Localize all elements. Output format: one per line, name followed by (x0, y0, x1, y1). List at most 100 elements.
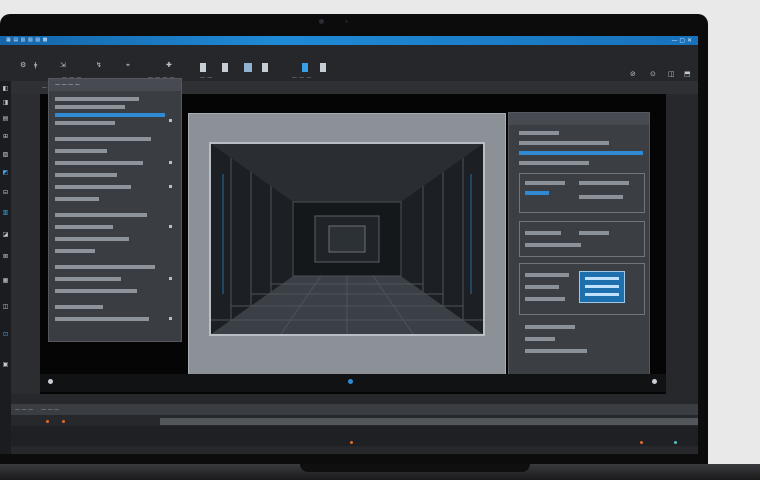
timeline-footer (11, 426, 698, 446)
panel-row[interactable] (55, 265, 155, 269)
panel-toggle-icon[interactable] (169, 277, 172, 280)
property-group (519, 221, 645, 257)
panel-row[interactable] (55, 161, 143, 165)
timeline-label: — — — (41, 407, 60, 413)
sensor-icon (345, 20, 348, 23)
panel-row[interactable] (55, 305, 103, 309)
play-icon[interactable] (48, 379, 53, 384)
tool-strip-icon[interactable]: ▧ (2, 151, 9, 158)
preview-swatch[interactable] (579, 271, 625, 303)
panel-row[interactable] (525, 349, 587, 353)
tool-strip-icon[interactable]: ◪ (2, 231, 9, 238)
toolbar-button-6[interactable]: ✚ (166, 61, 172, 69)
timeline-ruler[interactable]: — — — — — — (11, 404, 698, 415)
toolbar-right-icon[interactable]: ◫ (668, 70, 675, 78)
panel-row[interactable] (519, 131, 559, 135)
panel-row[interactable] (55, 289, 137, 293)
panel-row[interactable] (55, 173, 117, 177)
panel-row[interactable] (525, 297, 565, 301)
tool-strip-icon[interactable]: ▥ (2, 209, 9, 216)
panel-toggle-icon[interactable] (169, 225, 172, 228)
tool-icon[interactable] (200, 63, 206, 72)
toolbar-button-2[interactable]: ǂ (34, 61, 37, 69)
toolbar-right-icon[interactable]: ⊙ (650, 70, 656, 78)
tool-strip-icon[interactable]: ⊟ (2, 189, 9, 196)
panel-row[interactable] (55, 149, 107, 153)
tool-icon[interactable] (320, 63, 326, 72)
panel-row[interactable] (55, 185, 131, 189)
tool-icon[interactable] (262, 63, 268, 72)
left-properties-panel: — — — — (48, 78, 182, 342)
keyframe-marker[interactable] (46, 420, 49, 423)
keyframe-marker[interactable] (350, 441, 353, 444)
render-viewport[interactable] (188, 113, 506, 375)
toolbar-button-3[interactable]: ⇲ (60, 61, 66, 69)
window-controls[interactable]: — ▢ ✕ (671, 37, 692, 44)
toolbar-right-icon[interactable]: ⬒ (684, 70, 691, 78)
keyframe-marker[interactable] (62, 420, 65, 423)
timeline-track[interactable] (160, 418, 698, 425)
toolbar-right-icon[interactable]: ⊘ (630, 70, 636, 78)
tool-strip-icon[interactable]: ◧ (2, 85, 9, 92)
panel-row[interactable] (55, 225, 113, 229)
panel-row[interactable] (55, 213, 147, 217)
panel-row[interactable] (525, 191, 549, 195)
panel-toggle-icon[interactable] (169, 185, 172, 188)
panel-row[interactable] (519, 141, 609, 145)
keyframe-marker[interactable] (640, 441, 643, 444)
panel-row[interactable] (55, 197, 99, 201)
panel-row[interactable] (55, 121, 115, 125)
laptop-hinge (300, 464, 530, 472)
panel-toggle-icon[interactable] (169, 317, 172, 320)
panel-row[interactable] (579, 181, 629, 185)
panel-row[interactable] (525, 325, 575, 329)
main-toolbar: ⚙ ǂ ⇲ ↯ ⌖ ✚ — — — — — — — — — — — — ⊘ ⊙ … (0, 45, 698, 82)
panel-row-selected[interactable] (55, 113, 165, 117)
toolbar-button-4[interactable]: ↯ (96, 61, 102, 69)
panel-row[interactable] (525, 243, 581, 247)
panel-header: — — — — (49, 79, 181, 91)
settings-button[interactable]: ⚙ (20, 61, 26, 69)
tool-strip-icon[interactable]: ⊠ (2, 253, 9, 260)
panel-row[interactable] (525, 273, 569, 277)
panel-toggle-icon[interactable] (169, 119, 172, 122)
panel-row[interactable] (55, 97, 139, 101)
marker-icon[interactable] (348, 379, 353, 384)
loop-icon[interactable] (652, 379, 657, 384)
tool-strip-icon[interactable]: ◩ (2, 169, 9, 176)
tool-icon[interactable] (244, 63, 252, 72)
toolbar-button-5[interactable]: ⌖ (126, 61, 130, 70)
left-tool-strip: ◧ ◨ ▤ ⊞ ▧ ◩ ⊟ ▥ ◪ ⊠ ▦ ◫ ⊡ ▣ (0, 81, 11, 454)
tool-icon[interactable] (222, 63, 228, 72)
app-screen: ▦ ▤ ▥ ▧ ▨ ▩ — ▢ ✕ ⚙ ǂ ⇲ ↯ ⌖ ✚ — — — — — … (0, 36, 698, 454)
panel-row[interactable] (55, 317, 149, 321)
tool-strip-icon[interactable]: ⊞ (2, 133, 9, 140)
panel-row[interactable] (55, 237, 129, 241)
viewport-playbar (40, 374, 666, 392)
tool-strip-icon[interactable]: ◫ (2, 303, 9, 310)
active-tool-icon[interactable] (302, 63, 308, 72)
tool-strip-icon[interactable]: ▤ (2, 115, 9, 122)
panel-row[interactable] (525, 181, 565, 185)
panel-row[interactable] (55, 277, 121, 281)
panel-row[interactable] (55, 105, 125, 109)
keyframe-marker[interactable] (674, 441, 677, 444)
panel-row-selected[interactable] (519, 151, 643, 155)
panel-row[interactable] (579, 231, 609, 235)
tool-strip-icon[interactable]: ⊡ (2, 331, 9, 338)
panel-toggle-icon[interactable] (169, 161, 172, 164)
corridor-3d-render-icon (211, 144, 483, 334)
right-side-strip (666, 94, 698, 416)
panel-row[interactable] (525, 285, 559, 289)
panel-row[interactable] (579, 195, 623, 199)
panel-row[interactable] (525, 337, 555, 341)
title-bar: ▦ ▤ ▥ ▧ ▨ ▩ — ▢ ✕ (0, 36, 698, 45)
panel-row[interactable] (55, 137, 151, 141)
panel-row[interactable] (519, 161, 589, 165)
panel-row[interactable] (55, 249, 95, 253)
panel-row[interactable] (525, 231, 561, 235)
webcam-icon (319, 19, 324, 24)
tool-strip-icon[interactable]: ▦ (2, 277, 9, 284)
tool-strip-icon[interactable]: ▣ (2, 361, 9, 368)
tool-strip-icon[interactable]: ◨ (2, 99, 9, 106)
